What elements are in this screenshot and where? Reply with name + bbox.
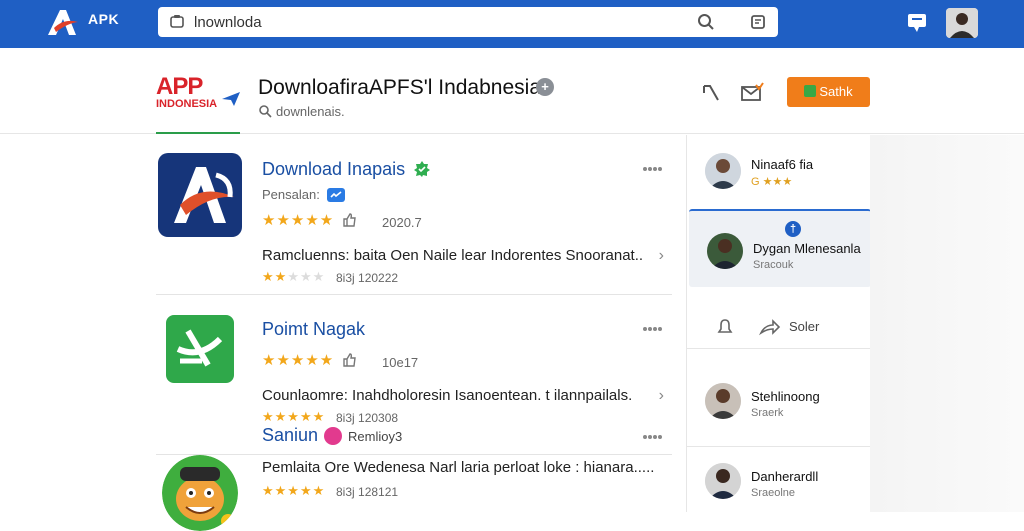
list-item[interactable]: Saniun Remlioy3 Pemlaita Ore Wedenesa Na… [156,425,672,531]
app-icon-download[interactable] [158,153,242,237]
app-title[interactable]: Saniun [262,425,318,446]
app-header: APP INDONESIA DownloafiraAPFS'l Indabnes… [0,48,1024,134]
action-row: Soler [687,305,871,349]
page-title: DownloafiraAPFS'l Indabnesia [258,76,541,99]
get-button[interactable]: Sathk [787,77,870,107]
app-icon-saniun[interactable] [162,455,238,531]
developer-avatar[interactable] [705,463,741,499]
sub-rating-stars: ★★★★★ [262,483,326,498]
app-tag: Remlioy3 [324,427,402,445]
app-icon-point[interactable] [166,315,234,383]
developer-sub: Sraeolne [751,487,796,499]
subtitle: downlenais. [258,104,345,119]
chevron-right-icon[interactable]: › [659,387,664,405]
app-description: Pemlaita Ore Wedenesa Narl laria perloat… [262,459,655,476]
app-meta: 10e17 [382,355,419,370]
developer-name[interactable]: Dygan Mlenesanla [753,241,861,256]
verified-icon [414,161,431,177]
android-icon [804,85,817,97]
thumbs-up-icon[interactable] [342,353,357,367]
app-title[interactable]: Download Inapais [262,159,431,180]
tag-icon [324,427,342,445]
mail-icon[interactable] [740,82,764,104]
info-pin-icon: † [785,221,801,237]
developer-avatar[interactable] [707,233,743,269]
sub-meta: 8i3j 128121 [336,485,399,499]
apk-logo-icon[interactable] [44,8,80,38]
list-item[interactable]: Poimt Nagak ★★★★★ 10e17 Counlaomre: Inah… [156,295,672,455]
developer-rating: G ★★★ [751,176,793,188]
chat-icon[interactable] [906,12,928,34]
more-icon[interactable] [642,433,664,441]
app-list: Download Inapais Pensalan: ★★★★★ 2020.7 … [156,135,672,531]
action-label[interactable]: Soler [789,319,819,334]
paper-plane-icon [222,92,240,106]
developer-name[interactable]: Stehlinoong [751,389,820,404]
share-icon[interactable] [700,82,722,104]
more-icon[interactable] [642,165,664,173]
top-bar: APK [0,0,1024,48]
sub-meta: 8i3j 120222 [336,271,399,285]
app-title[interactable]: Poimt Nagak [262,319,365,340]
trend-badge-icon [327,188,346,202]
search-box[interactable] [158,7,778,37]
rating-stars: ★★★★★ [262,211,357,229]
more-icon[interactable] [642,325,664,333]
search-icon[interactable] [696,12,716,32]
chevron-right-icon[interactable]: › [659,247,664,265]
developer-avatar[interactable] [705,153,741,189]
sub-meta: 8i3j 120308 [336,411,399,425]
sub-rating-stars: ★★★★★ [262,269,326,284]
search-small-icon [259,105,272,118]
user-avatar[interactable] [946,8,978,38]
developer-name[interactable]: Danherardll [751,469,818,484]
developer-name[interactable]: Ninaaf6 fia [751,157,813,172]
divider [687,446,871,447]
forward-icon[interactable] [759,317,781,337]
search-input[interactable] [194,12,654,32]
developer-avatar[interactable] [705,383,741,419]
add-icon[interactable]: + [536,78,554,96]
bell-icon[interactable] [715,317,735,337]
developer-item[interactable]: Ninaaf6 fia G ★★★ [687,153,871,193]
highlight-card[interactable]: † Dygan Mlenesanla Sracouk [689,209,871,287]
app-meta: 2020.7 [382,215,422,230]
logo-text: APK [88,11,120,27]
rating-stars: ★★★★★ [262,351,357,369]
thumbs-up-icon[interactable] [342,213,357,227]
active-tab-indicator [156,132,240,134]
app-description: Counlaomre: Inahdholoresin Isanoentean. … [262,387,633,404]
sub-rating-stars: ★★★★★ [262,409,326,424]
list-item[interactable]: Download Inapais Pensalan: ★★★★★ 2020.7 … [156,135,672,295]
right-gutter [870,135,1024,512]
publisher: Pensalan: [262,187,346,202]
developer-item[interactable]: Stehlinoong Sraerk [687,383,871,423]
app-tab-icon [170,15,184,28]
right-panel: Ninaaf6 fia G ★★★ † Dygan Mlenesanla Sra… [686,135,871,512]
bookmark-icon[interactable] [748,12,768,32]
developer-item[interactable]: Danherardll Sraeolne [687,463,871,503]
developer-sub: Sracouk [753,259,794,271]
app-description: Ramcluenns: baita Oen Naile lear Indoren… [262,247,644,264]
developer-sub: Sraerk [751,407,784,419]
